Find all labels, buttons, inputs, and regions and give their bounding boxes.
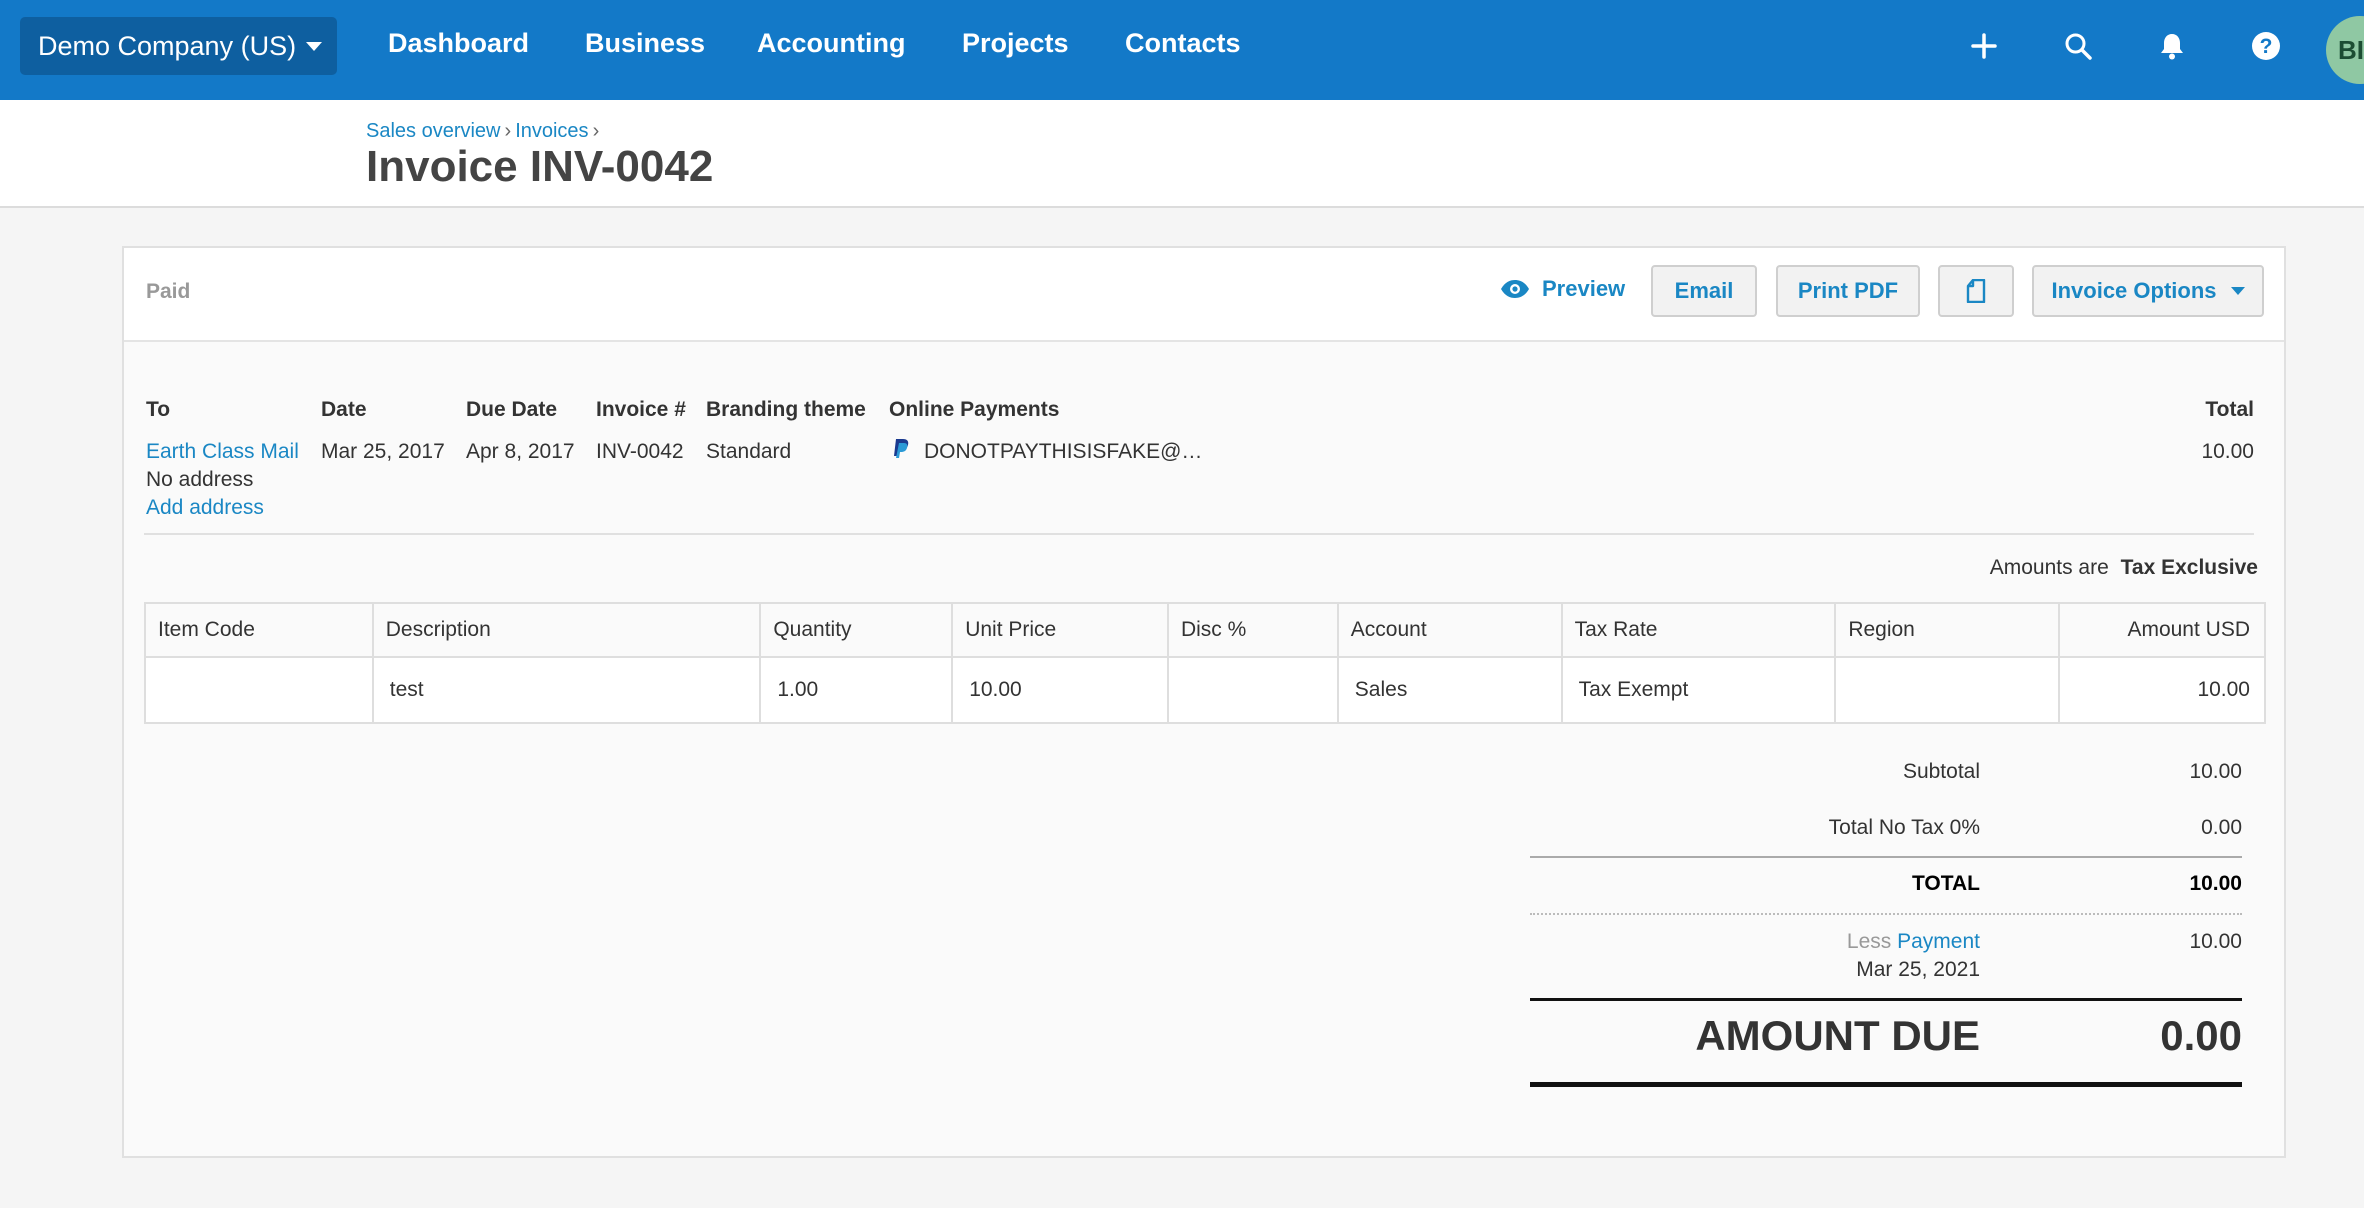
totals-divider xyxy=(1530,856,2242,858)
no-tax-label: Total No Tax 0% xyxy=(1828,816,1980,839)
column-header: Quantity xyxy=(759,602,954,658)
invoice-number: INV-0042 xyxy=(596,440,684,463)
item-code-cell xyxy=(144,656,374,724)
tax-rate-cell: Tax Exempt xyxy=(1560,656,1837,724)
preview-label: Preview xyxy=(1542,276,1626,301)
print-pdf-button[interactable]: Print PDF xyxy=(1776,265,1920,317)
avatar[interactable]: BI xyxy=(2326,16,2364,84)
divider xyxy=(144,533,2254,535)
column-header: Disc % xyxy=(1166,602,1339,658)
payment-date: Mar 25, 2021 xyxy=(1856,958,1980,981)
invoice-card: Paid Preview Email Print PDF Invoice Opt… xyxy=(122,246,2286,1158)
page-header: Sales overview › Invoices › Invoice INV-004… xyxy=(0,100,2364,208)
account-cell: Sales xyxy=(1336,656,1563,724)
totals-divider xyxy=(1530,913,2242,915)
column-header: Region xyxy=(1834,602,2061,658)
breadcrumb: Sales overview › Invoices › xyxy=(366,120,603,143)
org-name: Demo Company (US) xyxy=(38,30,297,61)
table-row[interactable]: test 1.00 10.00 Sales Tax Exempt 10.00 xyxy=(144,656,2266,724)
plus-icon[interactable] xyxy=(1964,26,2004,66)
no-tax-value: 0.00 xyxy=(2201,816,2242,839)
total-label: TOTAL xyxy=(1911,872,1980,895)
invoice-toolbar: Paid Preview Email Print PDF Invoice Opt… xyxy=(124,248,2284,342)
discount-cell xyxy=(1166,656,1339,724)
less-label: Less xyxy=(1846,930,1892,953)
column-header: Amount USD xyxy=(2058,602,2266,658)
invoice-total: 10.00 xyxy=(2201,440,2254,463)
column-header: Unit Price xyxy=(951,602,1169,658)
amount-cell: 10.00 xyxy=(2058,656,2266,724)
to-header: To xyxy=(146,398,171,421)
payment-link[interactable]: Payment xyxy=(1897,930,1980,953)
breadcrumb-invoices[interactable]: Invoices xyxy=(515,120,588,142)
line-items-table: Item Code Description Quantity Unit Pric… xyxy=(144,602,2266,724)
eye-icon xyxy=(1501,280,1529,298)
quantity-cell: 1.00 xyxy=(759,656,954,724)
column-header: Account xyxy=(1336,602,1563,658)
due-date-header: Due Date xyxy=(466,398,558,421)
online-payments-header: Online Payments xyxy=(889,398,1060,421)
chevron-down-icon xyxy=(306,41,323,51)
invoice-number-header: Invoice # xyxy=(596,398,686,421)
breadcrumb-separator: › xyxy=(504,120,512,142)
nav-dashboard[interactable]: Dashboard xyxy=(388,28,529,59)
payment-amount[interactable]: 10.00 xyxy=(2189,930,2242,954)
contact-link[interactable]: Earth Class Mail xyxy=(146,440,299,464)
description-cell: test xyxy=(371,656,762,724)
amount-due-value: 0.00 xyxy=(2160,1012,2242,1059)
amount-due-label: AMOUNT DUE xyxy=(1695,1012,1980,1059)
column-header: Tax Rate xyxy=(1560,602,1837,658)
tax-mode: Tax Exclusive xyxy=(2120,556,2258,579)
page-title: Invoice INV-0042 xyxy=(366,142,714,191)
help-icon[interactable]: ? xyxy=(2246,26,2286,66)
preview-button[interactable]: Preview xyxy=(1500,276,1625,302)
nav-business[interactable]: Business xyxy=(585,28,705,59)
copy-icon xyxy=(1966,279,1986,303)
org-switcher[interactable]: Demo Company (US) xyxy=(20,17,337,75)
search-icon[interactable] xyxy=(2058,26,2098,66)
svg-text:?: ? xyxy=(2260,35,2273,58)
email-button[interactable]: Email xyxy=(1651,265,1757,317)
payment-label: Less Payment xyxy=(1847,930,1980,954)
region-cell xyxy=(1834,656,2061,724)
due-date: Apr 8, 2017 xyxy=(466,440,575,463)
add-address-link[interactable]: Add address xyxy=(146,496,264,520)
table-header-row: Item Code Description Quantity Unit Pric… xyxy=(144,602,2266,658)
invoice-options-label: Invoice Options xyxy=(2051,278,2217,303)
tax-note-prefix: Amounts are xyxy=(1989,556,2109,579)
copy-button[interactable] xyxy=(1938,265,2014,317)
totals-divider xyxy=(1530,998,2242,1001)
unit-price-cell: 10.00 xyxy=(951,656,1169,724)
paypal-icon xyxy=(892,438,910,466)
nav-projects[interactable]: Projects xyxy=(962,28,1069,59)
breadcrumb-sales-overview[interactable]: Sales overview xyxy=(366,120,501,142)
column-header: Description xyxy=(371,602,762,658)
branding-theme: Standard xyxy=(706,440,792,463)
subtotal-value: 10.00 xyxy=(2189,760,2242,783)
subtotal-label: Subtotal xyxy=(1902,760,1980,783)
chevron-down-icon xyxy=(2230,287,2245,295)
online-payments-value: DONOTPAYTHISISFAKE@… xyxy=(924,440,1203,463)
totals-divider xyxy=(1530,1082,2242,1087)
breadcrumb-separator: › xyxy=(592,120,600,142)
column-header: Item Code xyxy=(144,602,374,658)
status-badge: Paid xyxy=(146,280,191,303)
tax-note: Amounts are Tax Exclusive xyxy=(1990,556,2258,580)
invoice-date: Mar 25, 2017 xyxy=(321,440,445,463)
invoice-options-button[interactable]: Invoice Options xyxy=(2032,265,2264,317)
total-value: 10.00 xyxy=(2189,872,2242,895)
branding-header: Branding theme xyxy=(706,398,866,421)
date-header: Date xyxy=(321,398,367,421)
bell-icon[interactable] xyxy=(2152,26,2192,66)
nav-contacts[interactable]: Contacts xyxy=(1125,28,1241,59)
top-nav: Demo Company (US) Dashboard Business Acc… xyxy=(0,0,2364,100)
nav-accounting[interactable]: Accounting xyxy=(757,28,906,59)
total-header: Total xyxy=(2205,398,2254,421)
contact-address: No address xyxy=(146,468,254,491)
